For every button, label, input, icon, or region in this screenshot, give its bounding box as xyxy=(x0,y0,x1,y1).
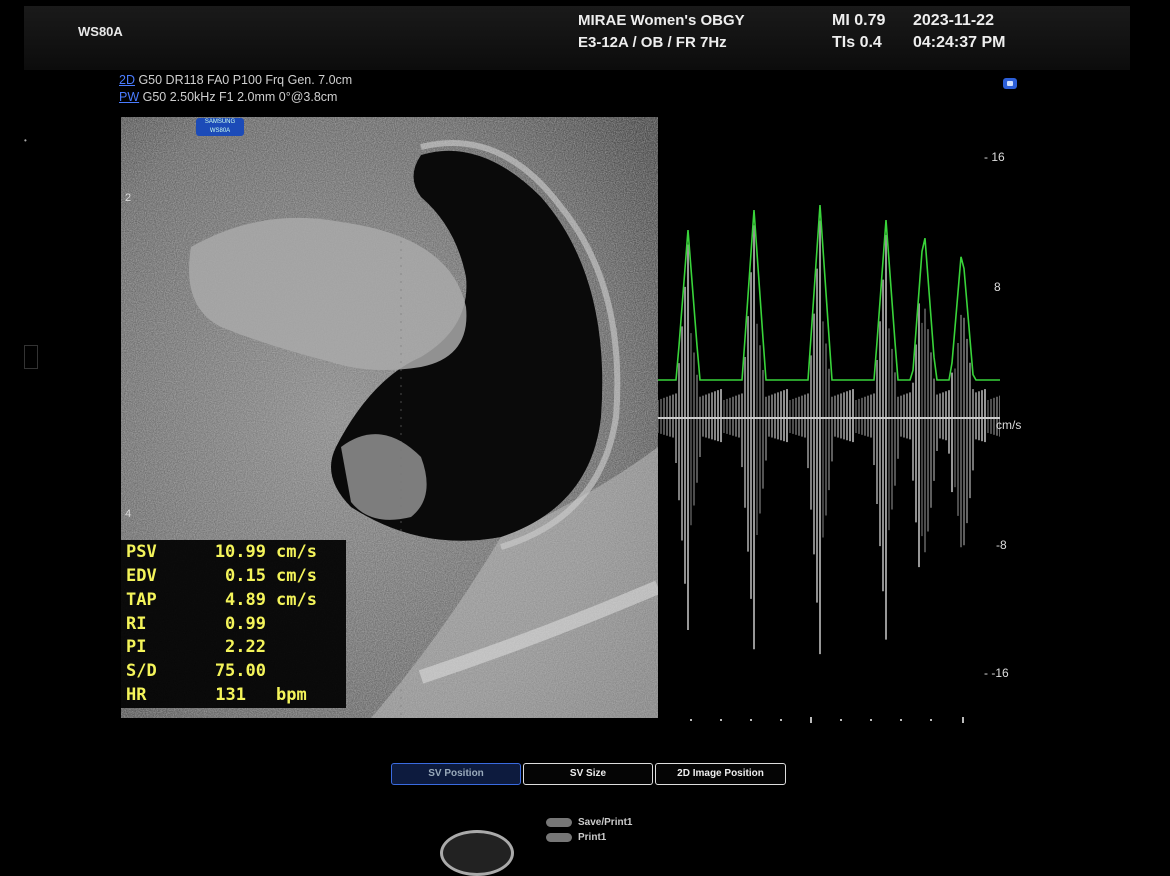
date: 2023-11-22 xyxy=(913,12,994,29)
scale-neg-16: - -16 xyxy=(984,666,1009,680)
side-bracket xyxy=(24,345,38,369)
datetime: 2023-11-22 04:24:37 PM xyxy=(913,10,1006,54)
meas-ri: RI 0.99 xyxy=(126,614,266,634)
save-print-item[interactable]: Save/Print1 xyxy=(546,817,632,828)
acquisition-params: 2D G50 DR118 FA0 P100 Frq Gen. 7.0cm PW … xyxy=(119,72,352,106)
mode-2d-tag[interactable]: 2D xyxy=(119,73,135,87)
params-pw: G50 2.50kHz F1 2.0mm 0°@3.8cm xyxy=(139,90,338,104)
time: 04:24:37 PM xyxy=(913,34,1006,51)
meas-hr: HR 131 bpm xyxy=(126,685,307,705)
hospital-info: MIRAE Women's OBGY E3-12A / OB / FR 7Hz xyxy=(578,10,745,54)
print-item[interactable]: Print1 xyxy=(546,832,606,843)
scale-unit: cm/s xyxy=(996,418,1022,432)
side-dot: • xyxy=(24,136,27,145)
scale-8: 8 xyxy=(994,280,1001,294)
save-label: Save/Print1 xyxy=(578,817,633,828)
image-position-button[interactable]: 2D Image Position xyxy=(655,763,786,785)
probe-preset: E3-12A / OB / FR 7Hz xyxy=(578,34,727,51)
envelope-trace xyxy=(658,204,1000,381)
mi-value: MI 0.79 xyxy=(832,12,886,29)
meas-sd: S/D 75.00 xyxy=(126,661,266,681)
tis-value: TIs 0.4 xyxy=(832,34,882,51)
logo-line1: SAMSUNG xyxy=(204,119,236,125)
print-label: Print1 xyxy=(578,832,607,843)
lock-icon[interactable] xyxy=(1001,75,1019,91)
meas-edv: EDV 0.15 cm/s xyxy=(126,566,317,586)
save-key-icon xyxy=(546,817,572,827)
doppler-spectrum[interactable] xyxy=(658,130,1000,720)
scale-neg-8: -8 xyxy=(996,538,1007,552)
mode-pw-tag[interactable]: PW xyxy=(119,90,139,104)
logo-line2: WS80A xyxy=(209,128,231,134)
index-readout: MI 0.79 TIs 0.4 xyxy=(832,10,885,54)
depth-mark-2: 2 xyxy=(125,192,131,204)
params-2d: G50 DR118 FA0 P100 Frq Gen. 7.0cm xyxy=(134,73,353,87)
model-name: WS80A xyxy=(78,24,123,39)
sv-size-button[interactable]: SV Size xyxy=(523,763,653,785)
print-key-icon xyxy=(546,832,572,842)
hospital-name: MIRAE Women's OBGY xyxy=(578,12,745,29)
meas-psv: PSV 10.99 cm/s xyxy=(126,542,317,562)
sv-position-button[interactable]: SV Position xyxy=(391,763,521,785)
meas-pi: PI 2.22 xyxy=(126,637,266,657)
meas-tap: TAP 4.89 cm/s xyxy=(126,590,317,610)
scale-16: - 16 xyxy=(984,150,1005,164)
time-axis xyxy=(690,712,990,723)
measurement-panel: PSV 10.99 cm/s EDV 0.15 cm/s TAP 4.89 cm/s RI 0… xyxy=(121,540,346,708)
trackball-knob-icon[interactable] xyxy=(440,830,514,876)
samsung-logo: SAMSUNG WS80A xyxy=(196,118,244,136)
depth-mark-4: 4 xyxy=(125,508,131,520)
spectral-waveform xyxy=(658,220,1000,655)
